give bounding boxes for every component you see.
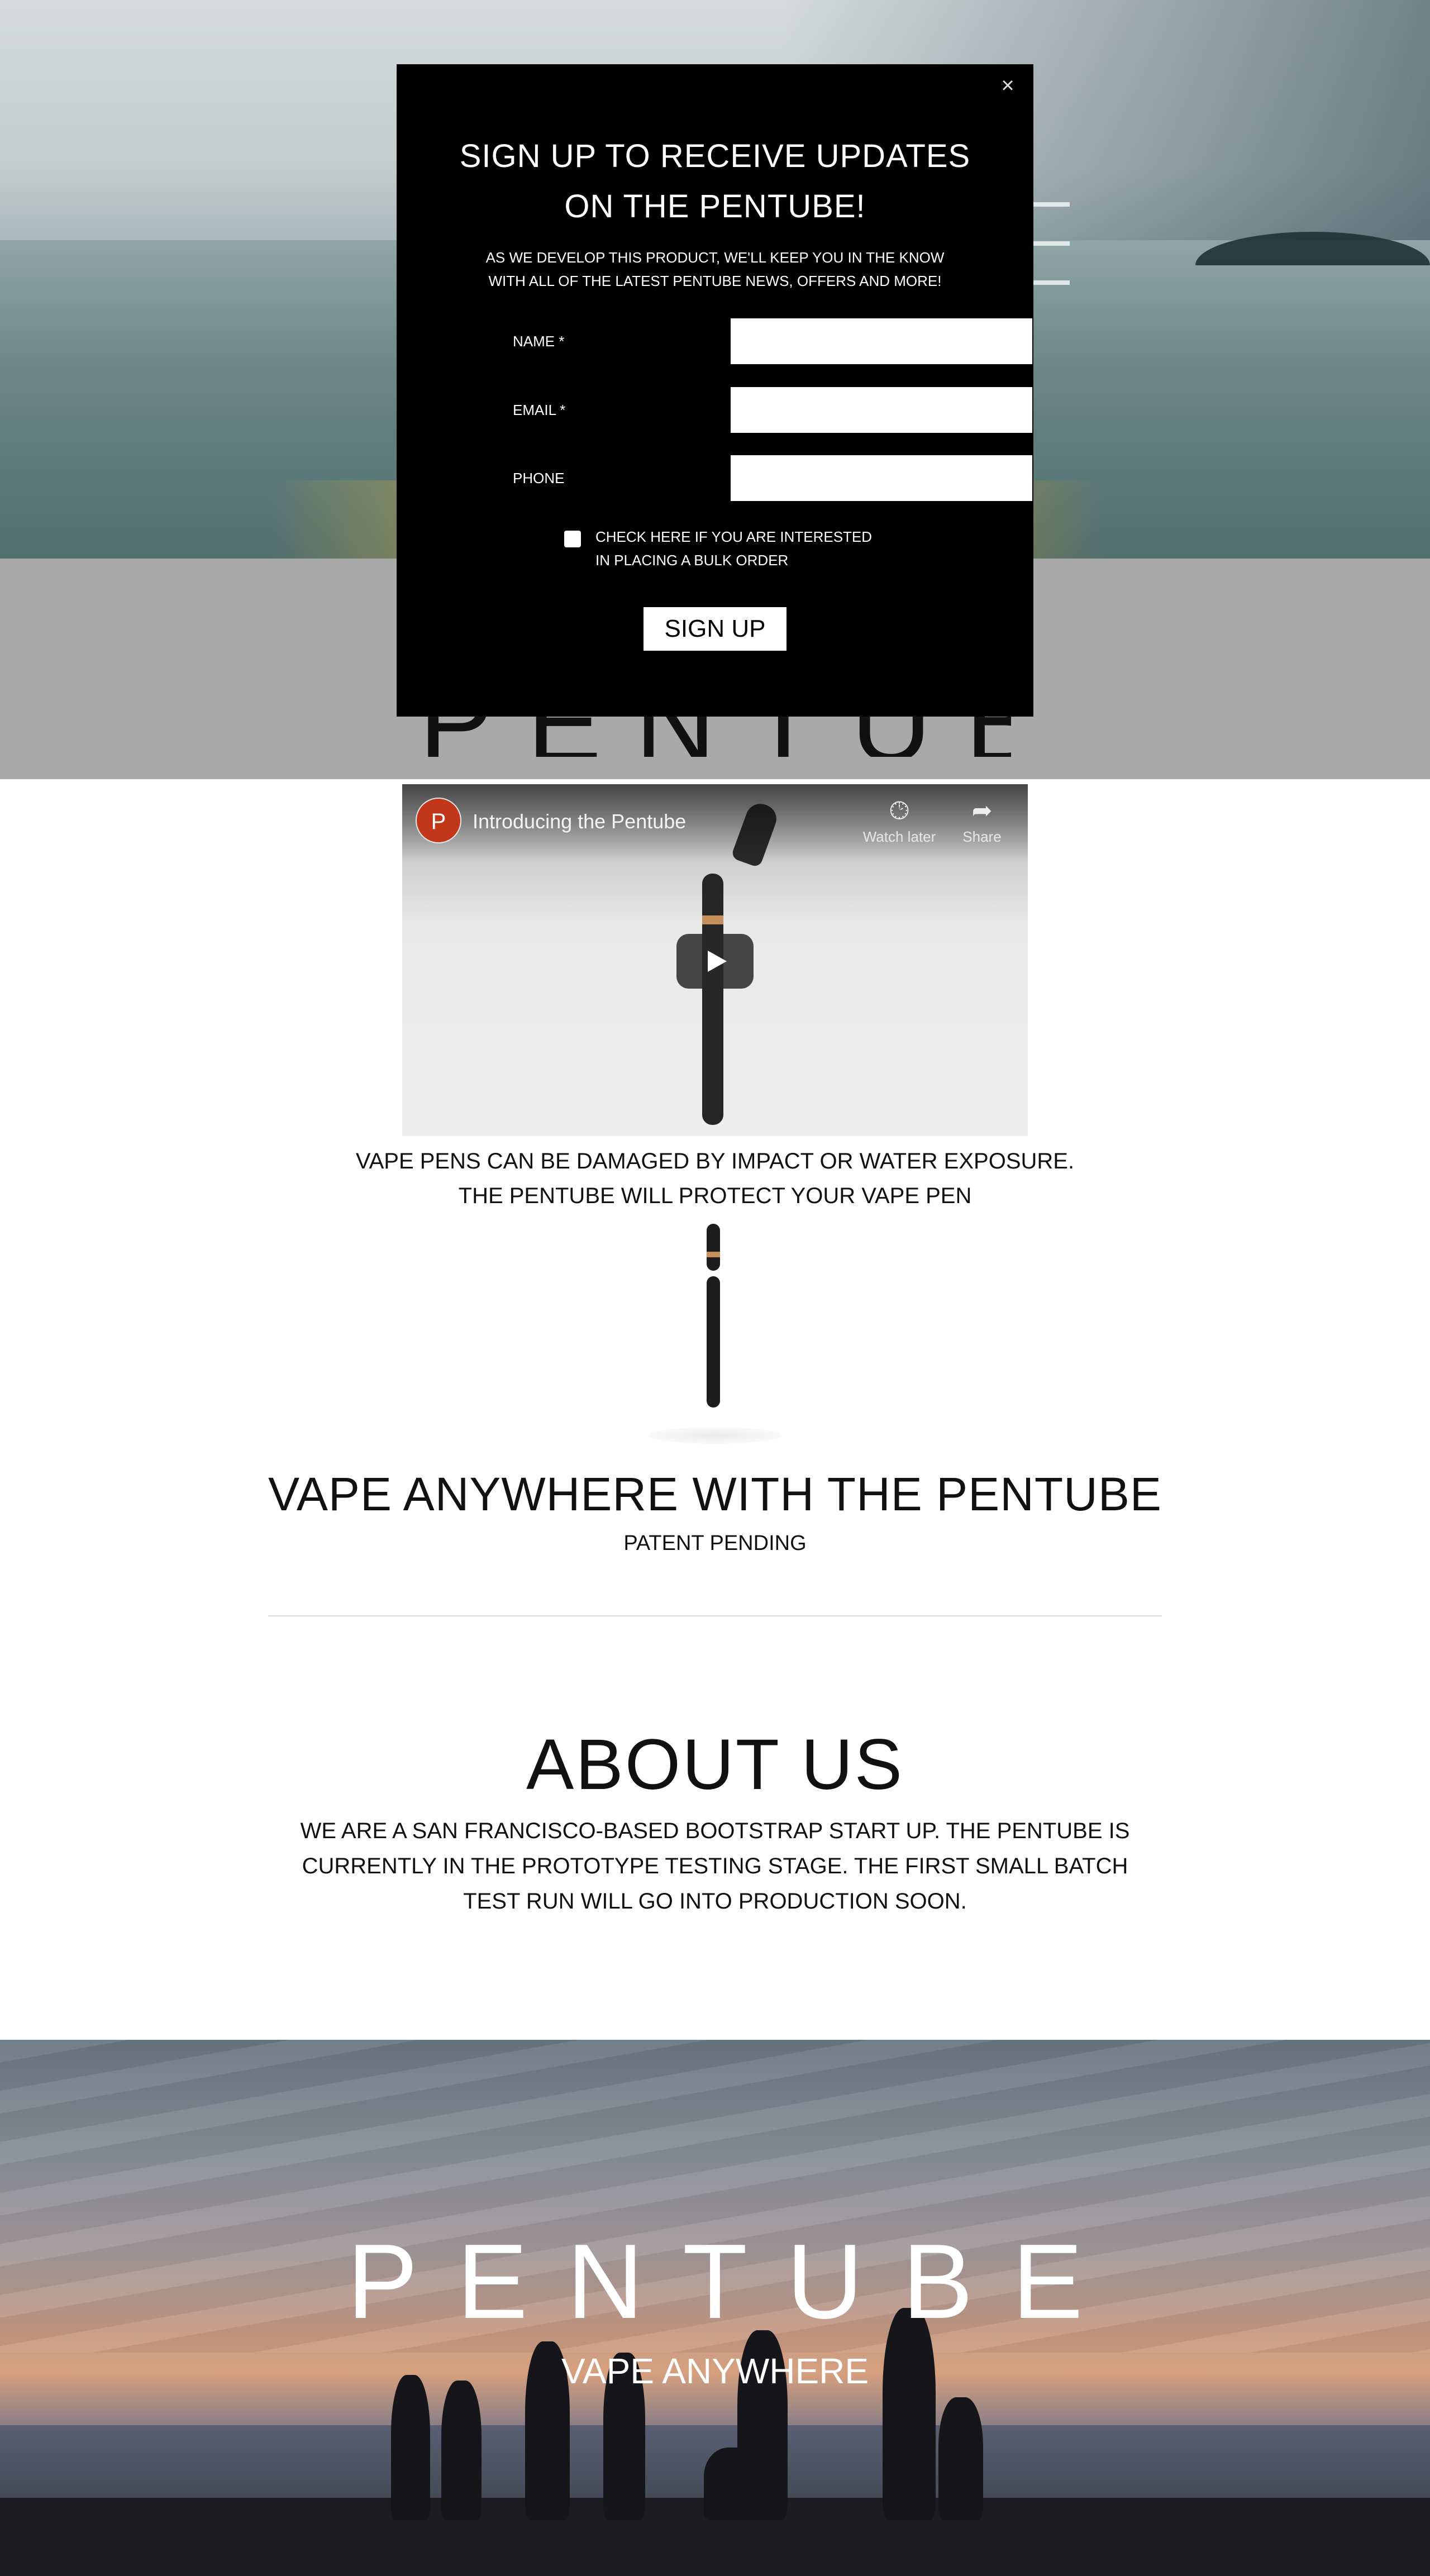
modal-title: SIGN UP TO RECEIVE UPDATES ON THE PENTUB… [397, 131, 1033, 232]
watch-later-label: Watch later [862, 828, 936, 845]
name-label: NAME * [513, 333, 565, 350]
modal-title-line: SIGN UP TO RECEIVE UPDATES [459, 138, 971, 174]
phone-row: PHONE [513, 455, 1032, 501]
video-player[interactable]: P Introducing the Pentube 🕑︎ Watch later… [402, 784, 1028, 1136]
warning-text: VAPE PENS CAN BE DAMAGED BY IMPACT OR WA… [0, 1144, 1430, 1213]
clock-icon: 🕑︎ [889, 797, 909, 824]
modal-subtitle: AS WE DEVELOP THIS PRODUCT, WE'LL KEEP Y… [397, 246, 1033, 293]
product-shadow [648, 1427, 782, 1444]
share-label: Share [962, 828, 1002, 845]
footer-logo: PENTUBE [347, 2222, 1122, 2341]
close-icon[interactable]: × [997, 74, 1019, 97]
about-line: WE ARE A SAN FRANCISCO-BASED BOOTSTRAP S… [300, 1819, 1130, 1843]
pentube-cap-band [707, 1252, 720, 1257]
about-line: CURRENTLY IN THE PROTOTYPE TESTING STAGE… [302, 1854, 1128, 1878]
about-us-text: WE ARE A SAN FRANCISCO-BASED BOOTSTRAP S… [0, 1814, 1430, 1919]
about-us-heading: ABOUT US [526, 1725, 904, 1805]
phone-label: PHONE [513, 470, 565, 486]
modal-subtitle-line: WITH ALL OF THE LATEST PENTUBE NEWS, OFF… [488, 273, 942, 289]
bulk-order-label-line: IN PLACING A BULK ORDER [595, 552, 789, 569]
warning-line: THE PENTUBE WILL PROTECT YOUR VAPE PEN [458, 1184, 972, 1208]
sign-up-button[interactable]: SIGN UP [644, 607, 786, 651]
play-icon[interactable] [676, 934, 754, 989]
share-button[interactable]: ➦ Share [943, 795, 1021, 847]
warning-line: VAPE PENS CAN BE DAMAGED BY IMPACT OR WA… [355, 1149, 1075, 1173]
about-line: TEST RUN WILL GO INTO PRODUCTION SOON. [463, 1889, 967, 1914]
bulk-order-checkbox[interactable] [564, 531, 581, 547]
hamburger-menu-icon[interactable] [1031, 202, 1070, 319]
bulk-order-label-line: CHECK HERE IF YOU ARE INTERESTED [595, 528, 873, 545]
share-arrow-icon: ➦ [971, 797, 993, 824]
pentube-product-image [592, 1220, 838, 1455]
pentube-body [707, 1276, 720, 1408]
name-input[interactable] [731, 318, 1032, 364]
name-row: NAME * [513, 318, 1032, 364]
vape-pen-image [702, 874, 723, 1125]
modal-title-line: ON THE PENTUBE! [564, 188, 866, 225]
channel-avatar[interactable]: P [416, 798, 461, 843]
email-input[interactable] [731, 387, 1032, 433]
watch-later-button[interactable]: 🕑︎ Watch later [860, 795, 938, 847]
pentube-cap [707, 1224, 720, 1271]
bulk-order-label: CHECK HERE IF YOU ARE INTERESTED IN PLAC… [595, 525, 872, 572]
vape-pen-band [702, 915, 723, 924]
video-title[interactable]: Introducing the Pentube [473, 810, 686, 833]
footer-tagline: VAPE ANYWHERE [561, 2351, 869, 2391]
modal-subtitle-line: AS WE DEVELOP THIS PRODUCT, WE'LL KEEP Y… [485, 249, 945, 266]
signup-modal: × SIGN UP TO RECEIVE UPDATES ON THE PENT… [397, 64, 1033, 717]
email-row: EMAIL * [513, 387, 1032, 433]
section-divider [268, 1615, 1162, 1616]
email-label: EMAIL * [513, 402, 566, 418]
patent-pending-text: PATENT PENDING [623, 1532, 807, 1555]
vape-anywhere-heading: VAPE ANYWHERE WITH THE PENTUBE [268, 1468, 1162, 1520]
phone-input[interactable] [731, 455, 1032, 501]
